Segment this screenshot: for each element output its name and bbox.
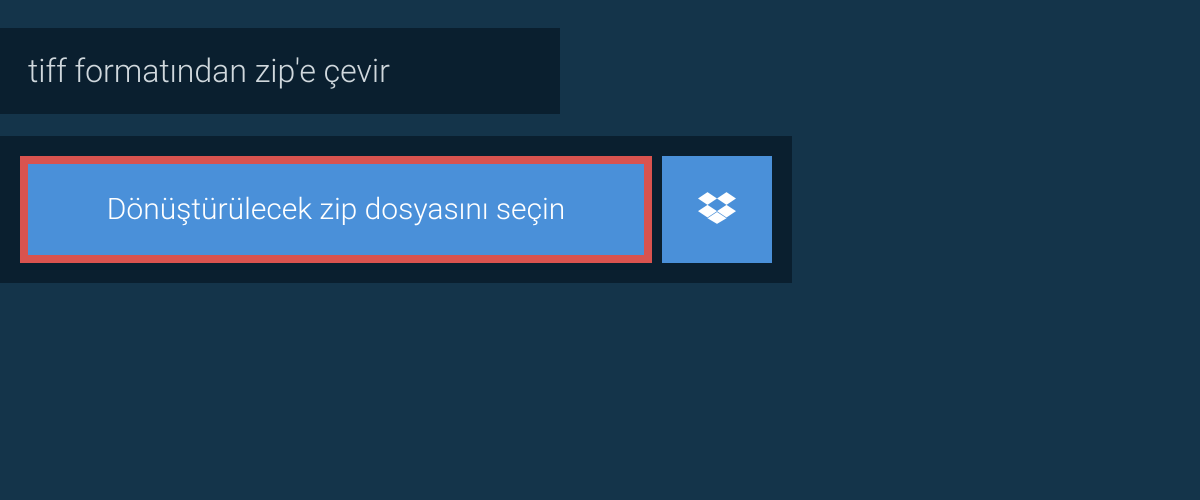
select-file-button[interactable]: Dönüştürülecek zip dosyasını seçin — [20, 156, 652, 263]
page-title: tiff formatından zip'e çevir — [0, 28, 560, 114]
select-file-button-label: Dönüştürülecek zip dosyasını seçin — [107, 192, 566, 227]
dropbox-button[interactable] — [662, 156, 772, 263]
page-title-text: tiff formatından zip'e çevir — [28, 52, 390, 90]
dropbox-icon — [698, 189, 736, 231]
upload-panel: Dönüştürülecek zip dosyasını seçin — [0, 136, 792, 283]
